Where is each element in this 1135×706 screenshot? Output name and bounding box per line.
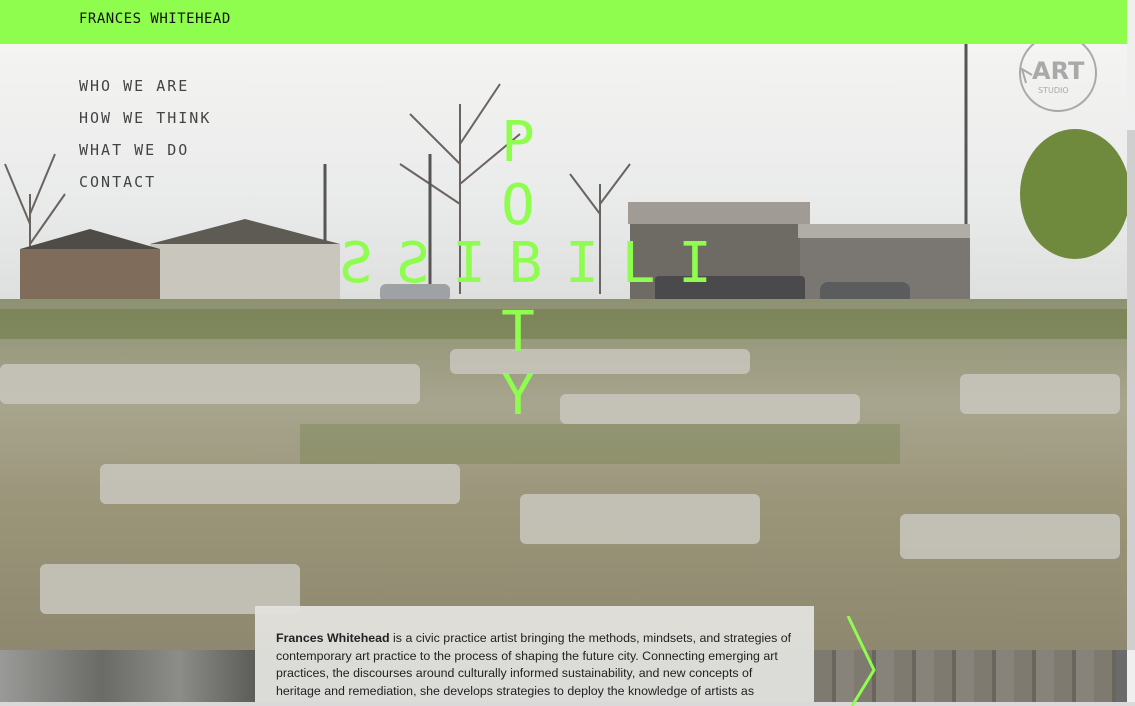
site-title[interactable]: FRANCES WHITEHEAD xyxy=(79,11,231,27)
logo-subtext: STUDIO xyxy=(1038,86,1069,95)
strip-image-left xyxy=(0,650,255,702)
art-studio-logo-icon[interactable]: ART STUDIO xyxy=(1018,33,1098,113)
logo-text: ART xyxy=(1032,57,1085,85)
crossword-letter-h: S xyxy=(395,231,430,296)
crossword-letter-v: P xyxy=(501,110,535,175)
crossword-letter-h: I xyxy=(452,231,486,296)
main-nav: WHO WE ARE HOW WE THINK WHAT WE DO CONTA… xyxy=(79,77,211,205)
crossword-letter-v: T xyxy=(501,300,535,365)
crossword-letter-v: Y xyxy=(501,363,535,428)
crossword-letter-h: B xyxy=(508,231,543,296)
crossword-letter-h: S xyxy=(339,231,373,296)
intro-name: Frances Whitehead xyxy=(276,631,390,645)
crossword-letter-h: I xyxy=(678,231,712,296)
crossword-letter-v: O xyxy=(501,173,535,238)
scrollbar-thumb[interactable] xyxy=(1127,130,1135,650)
top-bar: FRANCES WHITEHEAD xyxy=(0,0,1127,44)
crossword-letter-h: I xyxy=(565,231,599,296)
nav-what-we-do[interactable]: WHAT WE DO xyxy=(79,141,211,159)
nav-who-we-are[interactable]: WHO WE ARE xyxy=(79,77,211,95)
nav-contact[interactable]: CONTACT xyxy=(79,173,211,191)
intro-box: Frances Whitehead is a civic practice ar… xyxy=(255,606,814,702)
nav-how-we-think[interactable]: HOW WE THINK xyxy=(79,109,211,127)
chevron-right-icon[interactable] xyxy=(842,616,882,706)
crossword-letter-h: L xyxy=(621,231,656,296)
